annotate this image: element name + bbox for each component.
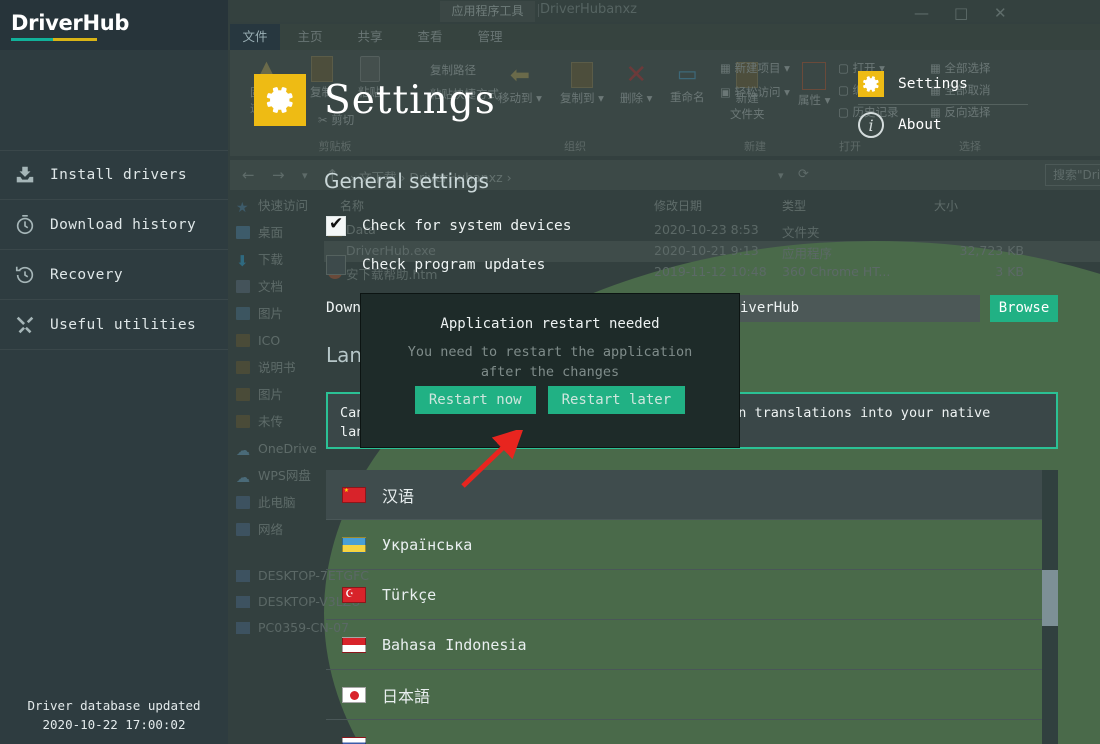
restart-later-button[interactable]: Restart later xyxy=(547,386,686,414)
annotation-arrow-icon xyxy=(461,430,524,488)
dialog-message: You need to restart the application afte… xyxy=(373,342,727,382)
modal-overlay: Application restart needed You need to r… xyxy=(0,0,1100,744)
dialog-buttons: Restart now Restart later xyxy=(361,386,739,414)
restart-dialog: Application restart needed You need to r… xyxy=(360,293,740,448)
dialog-message-line2: after the changes xyxy=(480,364,620,380)
dialog-title: Application restart needed xyxy=(440,316,660,332)
restart-now-button[interactable]: Restart now xyxy=(414,386,536,414)
dialog-message-line1: You need to restart the application xyxy=(407,344,693,360)
